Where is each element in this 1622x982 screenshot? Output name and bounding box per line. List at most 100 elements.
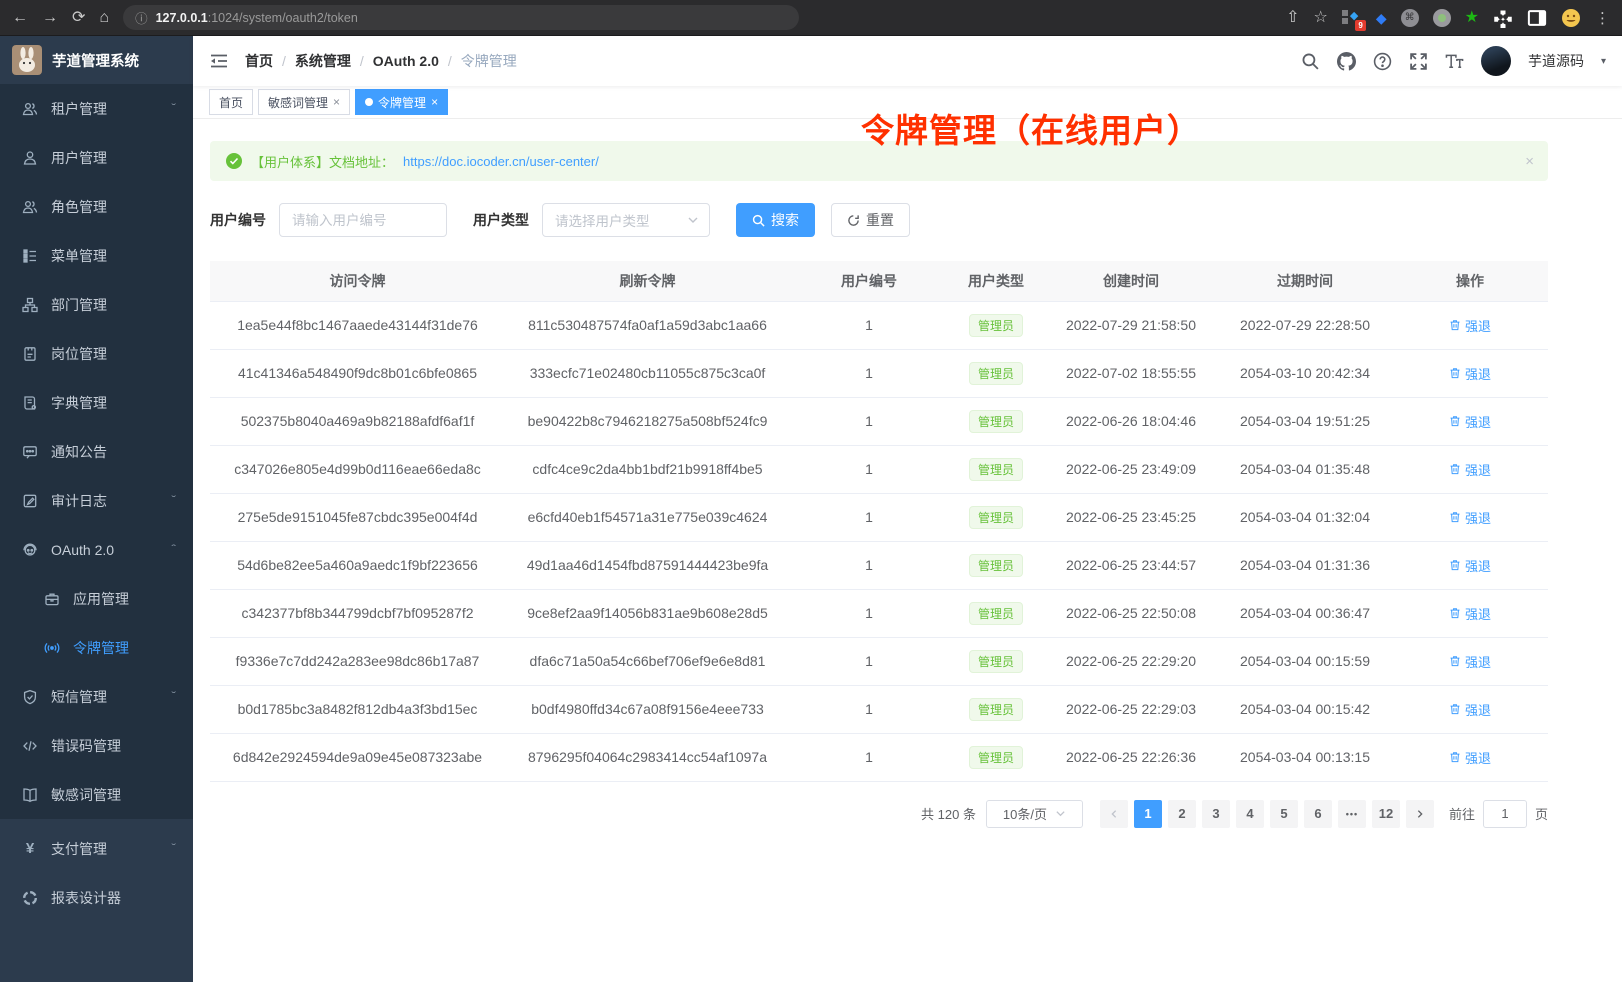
tab-sensitive-word[interactable]: 敏感词管理× (258, 89, 350, 115)
font-size-icon[interactable] (1445, 52, 1464, 71)
sidebar-item-oauth2-token[interactable]: 令牌管理 (0, 623, 193, 672)
force-logout-button[interactable]: 强退 (1449, 748, 1491, 767)
extensions-cluster-icon[interactable]: ◆ 9 (1342, 9, 1362, 27)
page-ellipsis[interactable]: ••• (1338, 800, 1366, 828)
goto-label: 前往 (1449, 804, 1475, 823)
info-icon[interactable]: ⓘ (135, 8, 148, 27)
user-menu-caret-icon[interactable]: ▾ (1601, 56, 1606, 67)
sidebar-menu-bottom: ¥支付管理ˇ报表设计器 (0, 819, 193, 982)
sidebar-item-role[interactable]: 角色管理 (0, 182, 193, 231)
reset-button[interactable]: 重置 (831, 203, 910, 237)
close-icon[interactable]: × (333, 95, 340, 109)
page-button-5[interactable]: 5 (1270, 800, 1298, 828)
sidebar-item-sensitive-word[interactable]: 敏感词管理 (0, 770, 193, 819)
sidebar-item-tenant[interactable]: 租户管理ˇ (0, 84, 193, 133)
logo-bar[interactable]: 芋道管理系统 (0, 36, 193, 84)
user-type-placeholder: 请选择用户类型 (555, 210, 650, 230)
side-panel-icon[interactable] (1527, 8, 1547, 28)
sidebar-item-label: 部门管理 (51, 295, 107, 315)
profile-avatar-icon[interactable] (1561, 8, 1581, 28)
breadcrumb-item[interactable]: 系统管理 (295, 51, 351, 71)
page-button-2[interactable]: 2 (1168, 800, 1196, 828)
badge-icon (22, 346, 38, 362)
sidebar-item-dept[interactable]: 部门管理 (0, 280, 193, 329)
sidebar-item-label: OAuth 2.0 (51, 542, 114, 558)
user-name[interactable]: 芋道源码 (1528, 51, 1584, 71)
created-time-cell: 2022-06-25 22:29:20 (1044, 637, 1218, 685)
share-icon[interactable]: ⇧ (1286, 10, 1299, 26)
sidebar-item-error-code[interactable]: 错误码管理 (0, 721, 193, 770)
user-type-badge: 管理员 (969, 746, 1023, 769)
gem-extension-icon[interactable]: ◆ (1376, 11, 1387, 25)
fullscreen-icon[interactable] (1409, 52, 1428, 71)
user-type-cell: 管理员 (948, 493, 1044, 541)
bookmark-star-icon[interactable]: ☆ (1314, 10, 1328, 26)
page-button-12[interactable]: 12 (1372, 800, 1400, 828)
breadcrumb-item[interactable]: 首页 (245, 51, 273, 71)
page-button-4[interactable]: 4 (1236, 800, 1264, 828)
message-icon (22, 444, 38, 460)
sidebar-item-label: 敏感词管理 (51, 785, 121, 805)
cmd-extension-icon[interactable]: ⌘ (1401, 9, 1419, 27)
access-token-cell: 275e5de9151045fe87cbdc395e004f4d (210, 493, 505, 541)
browser-menu-kebab-icon[interactable]: ⋮ (1595, 9, 1610, 27)
alert-close-icon[interactable]: × (1525, 153, 1534, 170)
breadcrumb-item: 令牌管理 (461, 51, 517, 71)
page-button-1[interactable]: 1 (1134, 800, 1162, 828)
sidebar-item-notice[interactable]: 通知公告 (0, 427, 193, 476)
force-logout-button[interactable]: 强退 (1449, 652, 1491, 671)
sidebar-item-oauth2[interactable]: OAuth 2.0ˆ (0, 525, 193, 574)
tab-home[interactable]: 首页 (209, 89, 253, 115)
sidebar-item-audit-log[interactable]: 审计日志ˇ (0, 476, 193, 525)
force-logout-button[interactable]: 强退 (1449, 364, 1491, 383)
user-type-select[interactable]: 请选择用户类型 (542, 203, 710, 237)
force-logout-button[interactable]: 强退 (1449, 508, 1491, 527)
search-button[interactable]: 搜索 (736, 203, 815, 237)
action-cell: 强退 (1392, 445, 1548, 493)
sidebar-item-oauth2-app[interactable]: 应用管理 (0, 574, 193, 623)
force-logout-button[interactable]: 强退 (1449, 556, 1491, 575)
force-logout-button[interactable]: 强退 (1449, 412, 1491, 431)
prev-page-button[interactable] (1100, 800, 1128, 828)
search-icon[interactable] (1301, 52, 1320, 71)
expire-time-cell: 2054-03-04 01:35:48 (1218, 445, 1392, 493)
alert-doc-link[interactable]: https://doc.iocoder.cn/user-center/ (403, 154, 599, 169)
user-id-input[interactable] (279, 203, 447, 237)
tab-token[interactable]: 令牌管理× (355, 89, 448, 115)
user-type-cell: 管理员 (948, 733, 1044, 781)
home-icon[interactable]: ⌂ (99, 10, 109, 26)
help-icon[interactable] (1373, 52, 1392, 71)
force-logout-button[interactable]: 强退 (1449, 460, 1491, 479)
close-icon[interactable]: × (431, 95, 438, 109)
breadcrumb-item[interactable]: OAuth 2.0 (373, 53, 439, 69)
page-button-6[interactable]: 6 (1304, 800, 1332, 828)
reload-icon[interactable]: ⟳ (72, 10, 85, 26)
robot-icon (22, 542, 38, 558)
sidebar-item-report-designer[interactable]: 报表设计器 (0, 873, 193, 922)
collapse-sidebar-icon[interactable] (209, 51, 229, 71)
github-icon[interactable] (1337, 52, 1356, 71)
url-bar[interactable]: ⓘ 127.0.0.1:1024/system/oauth2/token (123, 5, 799, 30)
page-size-select[interactable]: 10条/页 (986, 800, 1083, 828)
user-avatar[interactable] (1481, 46, 1511, 76)
expire-time-cell: 2054-03-10 20:42:34 (1218, 349, 1392, 397)
sidebar-item-pay[interactable]: ¥支付管理ˇ (0, 824, 193, 873)
forward-icon[interactable]: → (42, 10, 58, 26)
force-logout-button[interactable]: 强退 (1449, 604, 1491, 623)
back-icon[interactable]: ← (12, 10, 28, 26)
sidebar-item-user[interactable]: 用户管理 (0, 133, 193, 182)
record-extension-icon[interactable] (1433, 9, 1451, 27)
force-logout-button[interactable]: 强退 (1449, 316, 1491, 335)
next-page-button[interactable] (1406, 800, 1434, 828)
sidebar-item-post[interactable]: 岗位管理 (0, 329, 193, 378)
table-row: c342377bf8b344799dcbf7bf095287f29ce8ef2a… (210, 589, 1548, 637)
page-button-3[interactable]: 3 (1202, 800, 1230, 828)
puzzle-extensions-icon[interactable] (1493, 8, 1513, 28)
sidebar-item-sms[interactable]: 短信管理ˇ (0, 672, 193, 721)
goto-page-input[interactable] (1483, 800, 1527, 828)
sidebar-item-menu[interactable]: 菜单管理 (0, 231, 193, 280)
force-logout-button[interactable]: 强退 (1449, 700, 1491, 719)
star-extension-icon[interactable]: ★ (1465, 10, 1479, 26)
sidebar-item-dict[interactable]: 字典管理 (0, 378, 193, 427)
access-token-cell: c342377bf8b344799dcbf7bf095287f2 (210, 589, 505, 637)
